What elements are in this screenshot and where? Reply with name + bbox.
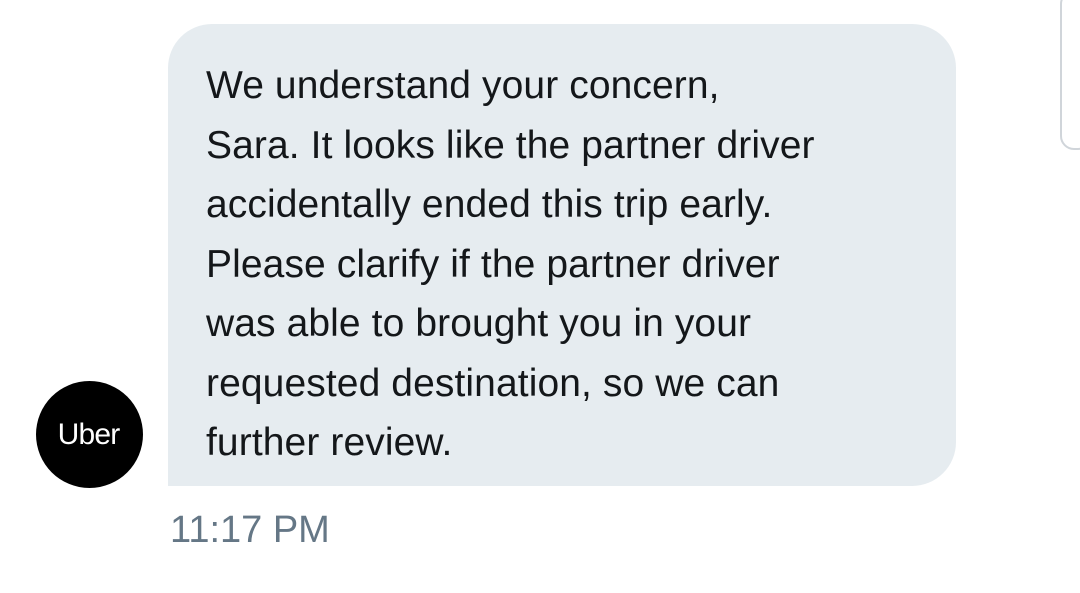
message-line: requested destination, so we can xyxy=(206,361,780,405)
sender-avatar[interactable]: Uber xyxy=(36,381,143,488)
message-line: accidentally ended this trip early. xyxy=(206,183,773,226)
message-line: We understand your concern, xyxy=(206,64,720,107)
message-text: We understand your concern, Sara. It loo… xyxy=(206,56,926,473)
message-line: was able to brought you in your xyxy=(206,302,752,345)
message-bubble[interactable]: We understand your concern, Sara. It loo… xyxy=(168,24,956,486)
message-timestamp: 11:17 PM xyxy=(170,509,330,551)
message-line: Sara. It looks like the partner driver xyxy=(206,123,815,167)
uber-logo: Uber xyxy=(57,417,121,451)
scrollbar[interactable] xyxy=(1060,0,1080,150)
message-row: We understand your concern, Sara. It loo… xyxy=(0,0,1080,593)
message-line: Please clarify if the partner driver xyxy=(206,242,780,286)
message-line: further review. xyxy=(206,421,453,464)
